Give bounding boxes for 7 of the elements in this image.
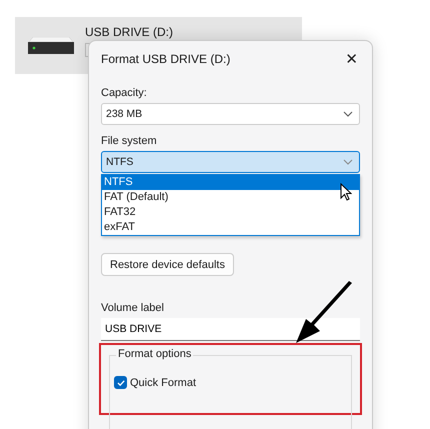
- dialog-title: Format USB DRIVE (D:): [101, 52, 230, 66]
- field-label: Volume label: [101, 302, 165, 314]
- group-title: Format options: [116, 348, 194, 360]
- field-label: File system: [101, 135, 158, 147]
- checkbox-label: Quick Format: [130, 376, 196, 388]
- drive-name: USB DRIVE (D:): [85, 24, 174, 38]
- field-label: Capacity:: [101, 87, 148, 99]
